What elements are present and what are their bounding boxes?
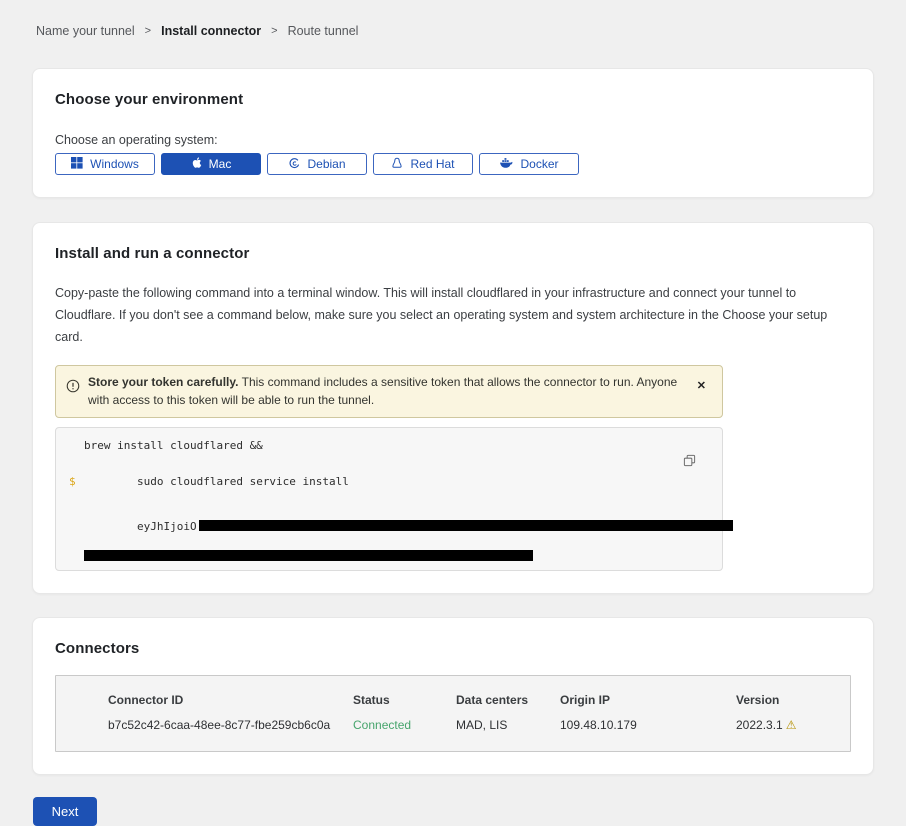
close-icon[interactable]: ✕ xyxy=(691,373,710,392)
copy-icon[interactable] xyxy=(681,452,698,472)
os-button-label: Docker xyxy=(520,157,558,171)
version-value: 2022.3.1 xyxy=(736,718,783,732)
docker-icon xyxy=(499,157,513,172)
token-prefix: eyJhIjoiO xyxy=(137,520,197,533)
col-header-origin-ip: Origin IP xyxy=(560,693,736,707)
choose-environment-title: Choose your environment xyxy=(55,91,851,108)
install-connector-card: Install and run a connector Copy-paste t… xyxy=(32,222,874,594)
version-warning-icon[interactable]: ⚠ xyxy=(786,718,797,732)
connectors-title: Connectors xyxy=(55,640,851,657)
os-button-redhat[interactable]: Red Hat xyxy=(373,153,473,175)
windows-icon xyxy=(71,157,83,172)
connector-id-cell: b7c52c42-6caa-48ee-8c77-fbe259cb6c0a xyxy=(108,718,353,732)
os-select-label: Choose an operating system: xyxy=(55,133,851,147)
command-token-line: eyJhIjoiO xyxy=(56,504,722,549)
token-warning-title: Store your token carefully. xyxy=(88,375,239,389)
breadcrumb-separator: > xyxy=(271,25,277,37)
os-button-label: Mac xyxy=(209,157,232,171)
shell-prompt: $ xyxy=(69,474,76,489)
command-line-2: $ sudo cloudflared service install xyxy=(56,459,722,504)
origin-ip-cell: 109.48.10.179 xyxy=(560,718,736,732)
page: Name your tunnel > Install connector > R… xyxy=(0,0,906,775)
os-button-label: Windows xyxy=(90,157,139,171)
breadcrumb-item-name-your-tunnel[interactable]: Name your tunnel xyxy=(36,24,135,38)
token-redaction-bar xyxy=(199,520,733,531)
os-button-mac[interactable]: Mac xyxy=(161,153,261,175)
apple-icon xyxy=(191,156,202,172)
status-badge: Connected xyxy=(353,718,456,732)
debian-icon xyxy=(288,157,300,172)
connectors-card: Connectors Connector ID Status Data cent… xyxy=(32,617,874,775)
data-centers-cell: MAD, LIS xyxy=(456,718,560,732)
os-button-label: Debian xyxy=(307,157,345,171)
breadcrumb-item-route-tunnel[interactable]: Route tunnel xyxy=(288,24,359,38)
col-header-connector-id: Connector ID xyxy=(108,693,353,707)
command-code-block: brew install cloudflared && $ sudo cloudf… xyxy=(55,427,723,571)
version-cell: 2022.3.1⚠ xyxy=(736,718,834,732)
os-button-docker[interactable]: Docker xyxy=(479,153,579,175)
next-button[interactable]: Next xyxy=(33,797,97,826)
breadcrumb-separator: > xyxy=(145,25,151,37)
connectors-table: Connector ID Status Data centers Origin … xyxy=(55,675,851,752)
redhat-icon xyxy=(391,157,403,172)
os-button-label: Red Hat xyxy=(410,157,454,171)
os-button-group: Windows Mac Debian Red Hat xyxy=(55,153,851,175)
os-button-windows[interactable]: Windows xyxy=(55,153,155,175)
choose-environment-card: Choose your environment Choose an operat… xyxy=(32,68,874,198)
col-header-version: Version xyxy=(736,693,834,707)
install-instructions: Copy-paste the following command into a … xyxy=(55,283,851,349)
breadcrumb-item-install-connector[interactable]: Install connector xyxy=(161,24,261,38)
circle-exclamation-icon xyxy=(66,379,80,399)
token-redaction-bar xyxy=(84,550,533,561)
token-warning-banner: Store your token carefully. This command… xyxy=(55,365,723,418)
command-line-1: brew install cloudflared && xyxy=(56,438,722,453)
token-warning-text: Store your token carefully. This command… xyxy=(88,373,683,410)
os-button-debian[interactable]: Debian xyxy=(267,153,367,175)
breadcrumb: Name your tunnel > Install connector > R… xyxy=(36,0,874,38)
install-connector-title: Install and run a connector xyxy=(55,245,851,262)
command-line-2-text: sudo cloudflared service install xyxy=(137,475,349,488)
col-header-status: Status xyxy=(353,693,456,707)
col-header-data-centers: Data centers xyxy=(456,693,560,707)
